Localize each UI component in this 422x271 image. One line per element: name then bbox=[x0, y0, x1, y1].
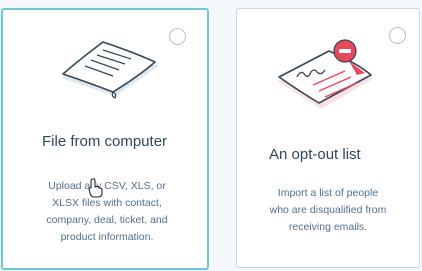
description-line: company, deal, ticket, and bbox=[46, 214, 168, 226]
card-description: Upload any CSV, XLS, or XLSX files with … bbox=[11, 178, 203, 246]
radio-button[interactable] bbox=[389, 27, 406, 44]
card-description: Import a list of people who are disquali… bbox=[243, 185, 413, 236]
radio-button[interactable] bbox=[169, 28, 186, 45]
import-option-file-from-computer[interactable]: File from computer Upload any CSV, XLS, … bbox=[1, 8, 209, 270]
description-line: Import a list of people bbox=[277, 187, 379, 199]
document-icon bbox=[61, 41, 159, 99]
description-line: Upload any CSV, XLS, or bbox=[48, 180, 166, 192]
description-line: product information. bbox=[60, 231, 154, 243]
card-title: An opt-out list bbox=[269, 146, 361, 163]
import-option-opt-out-list[interactable]: An opt-out list Import a list of people … bbox=[236, 8, 420, 268]
opt-out-document-icon bbox=[277, 39, 373, 109]
hand-cursor-icon bbox=[88, 178, 103, 198]
description-line: receiving emails. bbox=[288, 221, 368, 233]
card-title: File from computer bbox=[42, 133, 168, 150]
description-line: XLSX files with contact, bbox=[52, 197, 162, 209]
description-line: who are disqualified from bbox=[269, 204, 387, 216]
